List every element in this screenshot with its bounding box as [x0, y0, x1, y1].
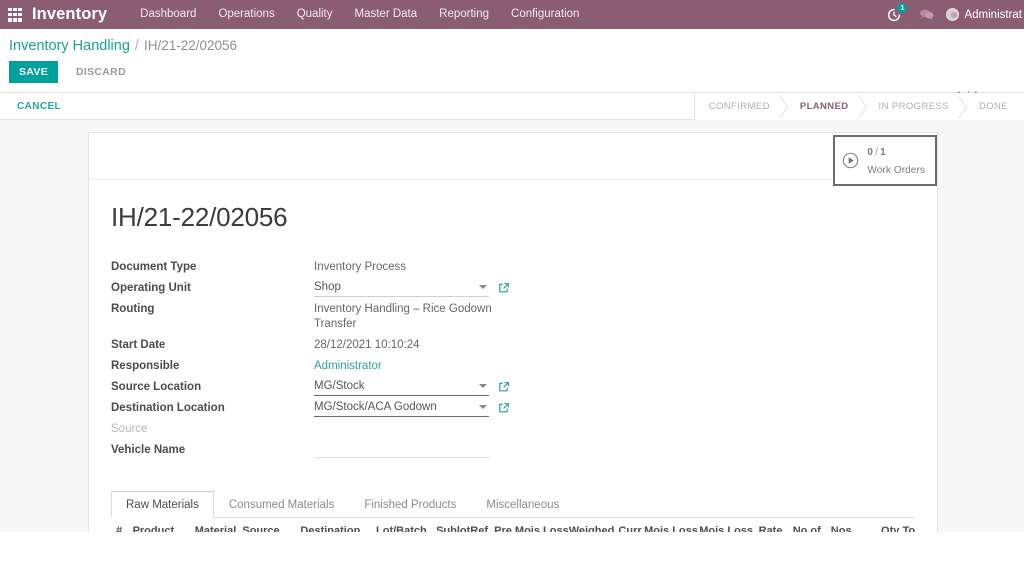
main-menu: Dashboard Operations Quality Master Data… [129, 0, 590, 29]
column-header-source[interactable]: Source [237, 518, 296, 532]
destination-location-external-link-icon[interactable] [498, 402, 510, 414]
menu-item-master-data[interactable]: Master Data [344, 0, 429, 29]
operating-unit-input-box[interactable]: Shop [314, 279, 489, 297]
tab-miscellaneous[interactable]: Miscellaneous [471, 491, 574, 518]
tab-consumed-materials[interactable]: Consumed Materials [214, 491, 349, 518]
column-header-weighed-qty[interactable]: Weighed Qty [563, 518, 614, 532]
field-source-location: MG/Stock [314, 377, 711, 398]
column-header-product[interactable]: Product [127, 518, 190, 532]
top-navbar: Inventory Dashboard Operations Quality M… [0, 0, 1024, 29]
field-label-source: Source [111, 423, 148, 435]
field-vehicle-name [314, 440, 711, 461]
form-action-buttons: SAVE DISCARD [0, 56, 1024, 92]
user-menu[interactable]: Administrat [946, 8, 1024, 21]
activity-clock-icon[interactable]: 1 [887, 2, 908, 22]
field-label-start-date: Start Date [111, 339, 166, 351]
stage-pipeline: CONFIRMED PLANNED IN PROGRESS DONE [693, 93, 1024, 120]
source-location-value: MG/Stock [314, 380, 365, 392]
column-header-material-type[interactable]: Material Type [189, 518, 238, 532]
activity-badge-count: 1 [897, 2, 908, 13]
save-button[interactable]: SAVE [9, 61, 59, 83]
field-label-destination-location: Destination Location [111, 402, 225, 414]
column-header-qty-to-consume[interactable]: Qty To Consume [855, 518, 915, 532]
column-header-nos[interactable]: Nos [825, 518, 856, 532]
field-value-start-date: 28/12/2021 10:10:24 [314, 339, 420, 351]
menu-item-configuration[interactable]: Configuration [500, 0, 590, 29]
column-header-no-of-bags[interactable]: No.of Bags [787, 518, 826, 532]
app-brand-title[interactable]: Inventory [32, 5, 107, 24]
source-location-external-link-icon[interactable] [498, 381, 510, 393]
stage-done[interactable]: DONE [964, 93, 1024, 120]
source-location-input-box[interactable]: MG/Stock [314, 378, 489, 396]
field-value-source [314, 419, 711, 440]
column-header-lot-batch-number[interactable]: Lot/Batch Number [371, 518, 432, 532]
menu-item-dashboard[interactable]: Dashboard [129, 0, 207, 29]
operating-unit-value: Shop [314, 281, 341, 293]
vehicle-name-input-box[interactable] [314, 442, 489, 458]
column-header-mois-loss-qty[interactable]: Mois.Loss Qty [694, 518, 753, 532]
notebook-tabs: Raw Materials Consumed Materials Finishe… [111, 491, 915, 518]
form-fields-grid: Document Type Inventory Process Operatin… [111, 257, 711, 461]
breadcrumb: Inventory Handling / IH/21-22/02056 [0, 29, 1024, 56]
messages-icon[interactable] [919, 8, 934, 21]
column-header-qty-to-consume-label: Qty To Consume [881, 525, 915, 532]
column-header-curr-mois-loss[interactable]: Curr.Mois.Loss [613, 518, 698, 532]
chevron-down-icon[interactable] [479, 285, 487, 289]
form-view-background: 0/1 Work Orders IH/21-22/02056 Document … [0, 120, 1024, 532]
column-header-pre-mois-loss[interactable]: Pre.Mois.Loss [489, 518, 569, 532]
breadcrumb-item-root[interactable]: Inventory Handling [9, 38, 130, 54]
raw-materials-table-wrapper: # Product Material Type Source Destinati… [111, 518, 915, 532]
control-panel: Inventory Handling / IH/21-22/02056 SAVE… [0, 29, 1024, 102]
user-name-label: Administrat [964, 8, 1022, 21]
field-value-responsible[interactable]: Administrator [314, 356, 711, 377]
breadcrumb-item-current: IH/21-22/02056 [143, 38, 238, 53]
menu-item-operations[interactable]: Operations [207, 0, 285, 29]
field-label-responsible: Responsible [111, 360, 180, 372]
field-label-source-location: Source Location [111, 381, 202, 393]
breadcrumb-separator: / [134, 38, 139, 54]
table-header-row: # Product Material Type Source Destinati… [111, 518, 915, 532]
cancel-button[interactable]: CANCEL [7, 97, 71, 116]
stage-planned[interactable]: PLANNED [785, 93, 865, 120]
chevron-down-icon[interactable] [479, 384, 487, 388]
sheet-body: IH/21-22/02056 Document Type Inventory P… [89, 180, 937, 532]
form-sheet: 0/1 Work Orders IH/21-22/02056 Document … [88, 132, 938, 532]
tab-raw-materials[interactable]: Raw Materials [111, 491, 214, 518]
page-title: IH/21-22/02056 [111, 202, 288, 232]
menu-item-quality[interactable]: Quality [286, 0, 344, 29]
work-orders-stat-text: 0/1 Work Orders [867, 142, 925, 179]
status-bar: CANCEL CONFIRMED PLANNED IN PROGRESS DON… [0, 93, 1024, 120]
play-circle-icon [842, 152, 859, 169]
field-label-vehicle-name: Vehicle Name [111, 444, 186, 456]
raw-materials-table: # Product Material Type Source Destinati… [111, 518, 915, 532]
work-orders-count: 0/1 [867, 147, 886, 158]
field-destination-location: MG/Stock/ACA Godown [314, 398, 711, 419]
navbar-right-tools: 1 Administrat [878, 0, 1024, 29]
field-value-routing: Inventory Handling – Rice Godown Transfe… [314, 303, 492, 330]
destination-location-value: MG/Stock/ACA Godown [314, 401, 437, 413]
avatar [946, 8, 960, 21]
sheet-button-box-area: 0/1 Work Orders [89, 133, 937, 186]
column-header-rate[interactable]: Rate [748, 518, 788, 532]
menu-item-reporting[interactable]: Reporting [428, 0, 500, 29]
stage-in-progress[interactable]: IN PROGRESS [864, 93, 965, 120]
tab-finished-products[interactable]: Finished Products [349, 491, 471, 518]
work-orders-stat-label: Work Orders [867, 165, 925, 177]
column-header-destination[interactable]: Destination [295, 518, 372, 532]
field-operating-unit: Shop [314, 278, 711, 299]
discard-button[interactable]: DISCARD [66, 61, 136, 83]
column-header-index[interactable]: # [111, 518, 128, 532]
field-label-routing: Routing [111, 303, 155, 315]
field-label-document-type: Document Type [111, 261, 197, 273]
destination-location-input-box[interactable]: MG/Stock/ACA Godown [314, 399, 489, 417]
work-orders-stat-button[interactable]: 0/1 Work Orders [833, 135, 937, 186]
chevron-down-icon[interactable] [479, 405, 487, 409]
notebook: Raw Materials Consumed Materials Finishe… [111, 491, 915, 532]
apps-grid-icon[interactable] [8, 7, 22, 22]
field-label-operating-unit: Operating Unit [111, 282, 191, 294]
column-header-sublot-ref[interactable]: SublotRef. [431, 518, 491, 532]
operating-unit-external-link-icon[interactable] [498, 282, 510, 294]
field-value-document-type: Inventory Process [314, 261, 407, 273]
stage-confirmed[interactable]: CONFIRMED [694, 93, 786, 120]
